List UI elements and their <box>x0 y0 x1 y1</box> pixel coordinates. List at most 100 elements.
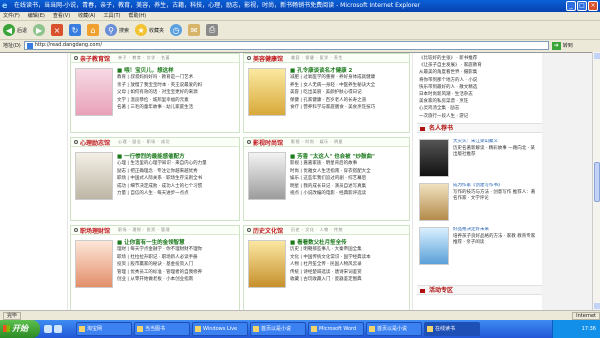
menu-file[interactable]: 文件(F) <box>3 12 20 20</box>
list-item[interactable]: 美食家的私房菜谱 · 烹饪 <box>419 98 541 105</box>
scroll-up-icon[interactable] <box>594 53 600 59</box>
stop-button[interactable]: × <box>51 24 64 36</box>
task-button[interactable]: Microsoft Word <box>308 322 364 336</box>
list-item[interactable]: 《比较好的主张》 · 新书推荐 <box>419 55 541 62</box>
back-button[interactable]: ◀ 后退 <box>3 24 27 36</box>
link-line[interactable]: 成功 | 细节决定成败 · 成功人士的七个习惯 <box>117 183 239 191</box>
link-line[interactable]: 视点 | 小说改编的电影 · 经典影评选读 <box>290 190 409 198</box>
address-input[interactable]: http://read.dangdang.com/ <box>23 41 549 50</box>
task-button[interactable]: Windows Live <box>192 322 248 336</box>
list-item[interactable]: 《让孩子自主发展》 · 家庭教育 <box>419 62 541 69</box>
link-line[interactable]: 名著 | 三毛的童年故事 · 幼儿家庭生活 <box>117 104 239 112</box>
scroll-down-icon[interactable] <box>594 303 600 309</box>
home-button[interactable]: ⌂ <box>87 24 100 36</box>
task-button[interactable]: 当当图书 <box>134 322 190 336</box>
pick-cover[interactable] <box>419 139 449 177</box>
print-button[interactable]: ⎙ <box>206 24 219 36</box>
section-title[interactable]: 心理励志馆 <box>80 138 110 147</box>
section-title[interactable]: 亲子教育馆 <box>80 54 110 63</box>
link-line[interactable]: 教育 | 叔叔妈妈好吗 · 教育是一门艺术 <box>117 74 239 82</box>
section-tags[interactable]: 影视 · 时尚 · 娱乐 · 明星 <box>291 139 343 145</box>
link-line[interactable]: 养生 | 女人无病一身轻 · 中医养生秘诀大全 <box>290 82 409 90</box>
link-line[interactable]: 明星 | 我的成长日记 · 演员自述写真集 <box>290 183 409 191</box>
link-line[interactable]: 亲子 | 放慢了我宝宝时本 · 英王说最爱的妈 <box>117 82 239 90</box>
maximize-button[interactable]: □ <box>577 1 587 11</box>
list-item[interactable]: 一次旅行一段人生 · 游记 <box>419 113 541 120</box>
book-cover[interactable] <box>75 68 113 116</box>
task-button-active[interactable]: 在线读书 <box>424 322 480 336</box>
section-title[interactable]: 职场理财馆 <box>80 226 110 235</box>
book-cover[interactable] <box>248 68 286 116</box>
section-tags[interactable]: 心理 · 励志 · 职场 · 成功 <box>118 139 170 145</box>
section-headline[interactable]: ■ 芳香 "太这人" 也会被 "炒鼓曲" <box>290 152 375 160</box>
book-cover[interactable] <box>75 240 113 288</box>
task-button[interactable]: 首页以是小说 <box>250 322 306 336</box>
list-item[interactable]: 从最美的角度看世界 · 摄影集 <box>419 69 541 76</box>
link-line[interactable]: 心理 | 生活里的心理学知识 · 来自内心的力量 <box>117 160 239 168</box>
link-line[interactable]: 收藏 | 古玩收藏入门 · 瓷器鉴定图典 <box>290 276 409 284</box>
link-line[interactable]: 理财 | 每天学点金融学 · 你不理财财不理你 <box>117 246 239 254</box>
list-item[interactable]: 快乐带到最好的人 · 散文精选 <box>419 84 541 91</box>
link-line[interactable]: 励志 | 把正确理念 · 专注让你越来越优秀 <box>117 168 239 176</box>
section-tags[interactable]: 职场 · 理财 · 投资 · 管理 <box>118 227 170 233</box>
link-line[interactable]: 食疗 | 营养科学与家庭膳食 · 美食烹饪技巧 <box>290 104 409 112</box>
link-line[interactable]: 传统 | 诗经楚辞选读 · 唐诗宋词鉴赏 <box>290 269 409 277</box>
link-line[interactable]: 管理 | 优秀员工的标准 · 管理者的自我修养 <box>117 269 239 277</box>
book-cover[interactable] <box>248 240 286 288</box>
book-cover[interactable] <box>248 152 286 200</box>
forward-button[interactable]: ▶ <box>33 24 46 36</box>
section-tags[interactable]: 美容 · 保健 · 医学 · 养生 <box>291 55 343 61</box>
scroll-thumb[interactable] <box>594 162 600 202</box>
history-button[interactable]: ◷ <box>170 24 183 36</box>
list-item[interactable]: 日本时尚新风潮 · 生活杂志 <box>419 91 541 98</box>
section-tags[interactable]: 亲子 · 教育 · 文学 · 名著 <box>118 55 170 61</box>
mail-button[interactable]: ✉ <box>188 24 201 36</box>
link-line[interactable]: 投资 | 股市赢家的秘诀 · 基金投资入门 <box>117 261 239 269</box>
section-headline[interactable]: ■ 孔令康谈谈名才健康 2 <box>290 66 352 74</box>
link-line[interactable]: 娱乐 | 这些年我们追过的剧 · 综艺幕后 <box>290 175 409 183</box>
link-line[interactable]: 父母 | 如何有效的话 · 对宝宝更好的来源 <box>117 89 239 97</box>
go-button[interactable]: ➜ 转到 <box>551 41 573 50</box>
link-line[interactable]: 减肥 | 过氧医学的重要 · 养好身体成就健康 <box>290 74 409 82</box>
minimize-button[interactable]: _ <box>566 1 576 11</box>
section-title[interactable]: 影视时尚馆 <box>253 138 283 147</box>
link-line[interactable]: 职场 | 杜拉拉升职记 · 职场新人必读手册 <box>117 254 239 262</box>
refresh-button[interactable]: ↻ <box>69 24 82 36</box>
clock[interactable]: 17:36 <box>582 326 596 332</box>
section-title[interactable]: 历史文化馆 <box>253 226 283 235</box>
pick-cover[interactable] <box>419 227 449 265</box>
section-headline[interactable]: ■ 一行惨烈的最能感催配方 <box>117 152 185 160</box>
link-line[interactable]: 职场 | 中国式人际关系 · 职场生存法则全书 <box>117 175 239 183</box>
desktop-quicklaunch-icon[interactable] <box>54 325 62 333</box>
menu-favorites[interactable]: 收藏(A) <box>78 12 95 20</box>
task-button[interactable]: 首页以是小说 <box>366 322 422 336</box>
ie-quicklaunch-icon[interactable] <box>44 325 52 333</box>
task-button[interactable]: 淘宝网 <box>76 322 132 336</box>
search-button[interactable]: ⚲ 搜索 <box>105 24 129 36</box>
menu-edit[interactable]: 编辑(E) <box>28 12 45 20</box>
link-line[interactable]: 时尚 | 优雅女人生活指南 · 穿衣搭配大全 <box>290 168 409 176</box>
section-headline[interactable]: ■ 看看数父杜月笙全传 <box>290 238 347 246</box>
list-item[interactable]: 将你带到那个地方的人 · 小说 <box>419 77 541 84</box>
pick-cover[interactable] <box>419 183 449 221</box>
start-button[interactable]: 开始 <box>0 320 40 338</box>
link-line[interactable]: 人物 | 杜月笙全传 · 民国人物风云录 <box>290 261 409 269</box>
menu-help[interactable]: 帮助(H) <box>128 12 146 20</box>
link-line[interactable]: 文学 | 温良恭俭 · 城邦里幸福的元素 <box>117 97 239 105</box>
section-headline[interactable]: ■ 让你富有一生的金领智慧 <box>117 238 185 246</box>
link-line[interactable]: 力量 | 自信的人生 · 每天进步一点点 <box>117 190 239 198</box>
link-line[interactable]: 影视 | 嘉嘉家族 · 明星背后的故事 <box>290 160 409 168</box>
vertical-scrollbar[interactable] <box>592 52 600 310</box>
link-line[interactable]: 保健 | 孔家健康 · 百岁老人的长寿之道 <box>290 97 409 105</box>
favorites-button[interactable]: ★ 收藏夹 <box>135 24 164 36</box>
section-title[interactable]: 美容健康馆 <box>253 54 283 63</box>
link-line[interactable]: 文化 | 中国传统文化常识 · 国学经典读本 <box>290 254 409 262</box>
menu-view[interactable]: 查看(V) <box>53 12 70 20</box>
link-line[interactable]: 历史 | 明朝那些事儿 · 大秦帝国全集 <box>290 246 409 254</box>
link-line[interactable]: 创业 | 从零开始做老板 · 小本创业指南 <box>117 276 239 284</box>
link-line[interactable]: 美容 | 吃出美丽 · 美颜护肤心得日记 <box>290 89 409 97</box>
section-headline[interactable]: ■ 喂！宝贝儿，想这样 <box>117 66 174 74</box>
section-tags[interactable]: 历史 · 文化 · 人物 · 传统 <box>291 227 343 233</box>
close-button[interactable]: × <box>588 1 598 11</box>
menu-tools[interactable]: 工具(T) <box>104 12 121 20</box>
